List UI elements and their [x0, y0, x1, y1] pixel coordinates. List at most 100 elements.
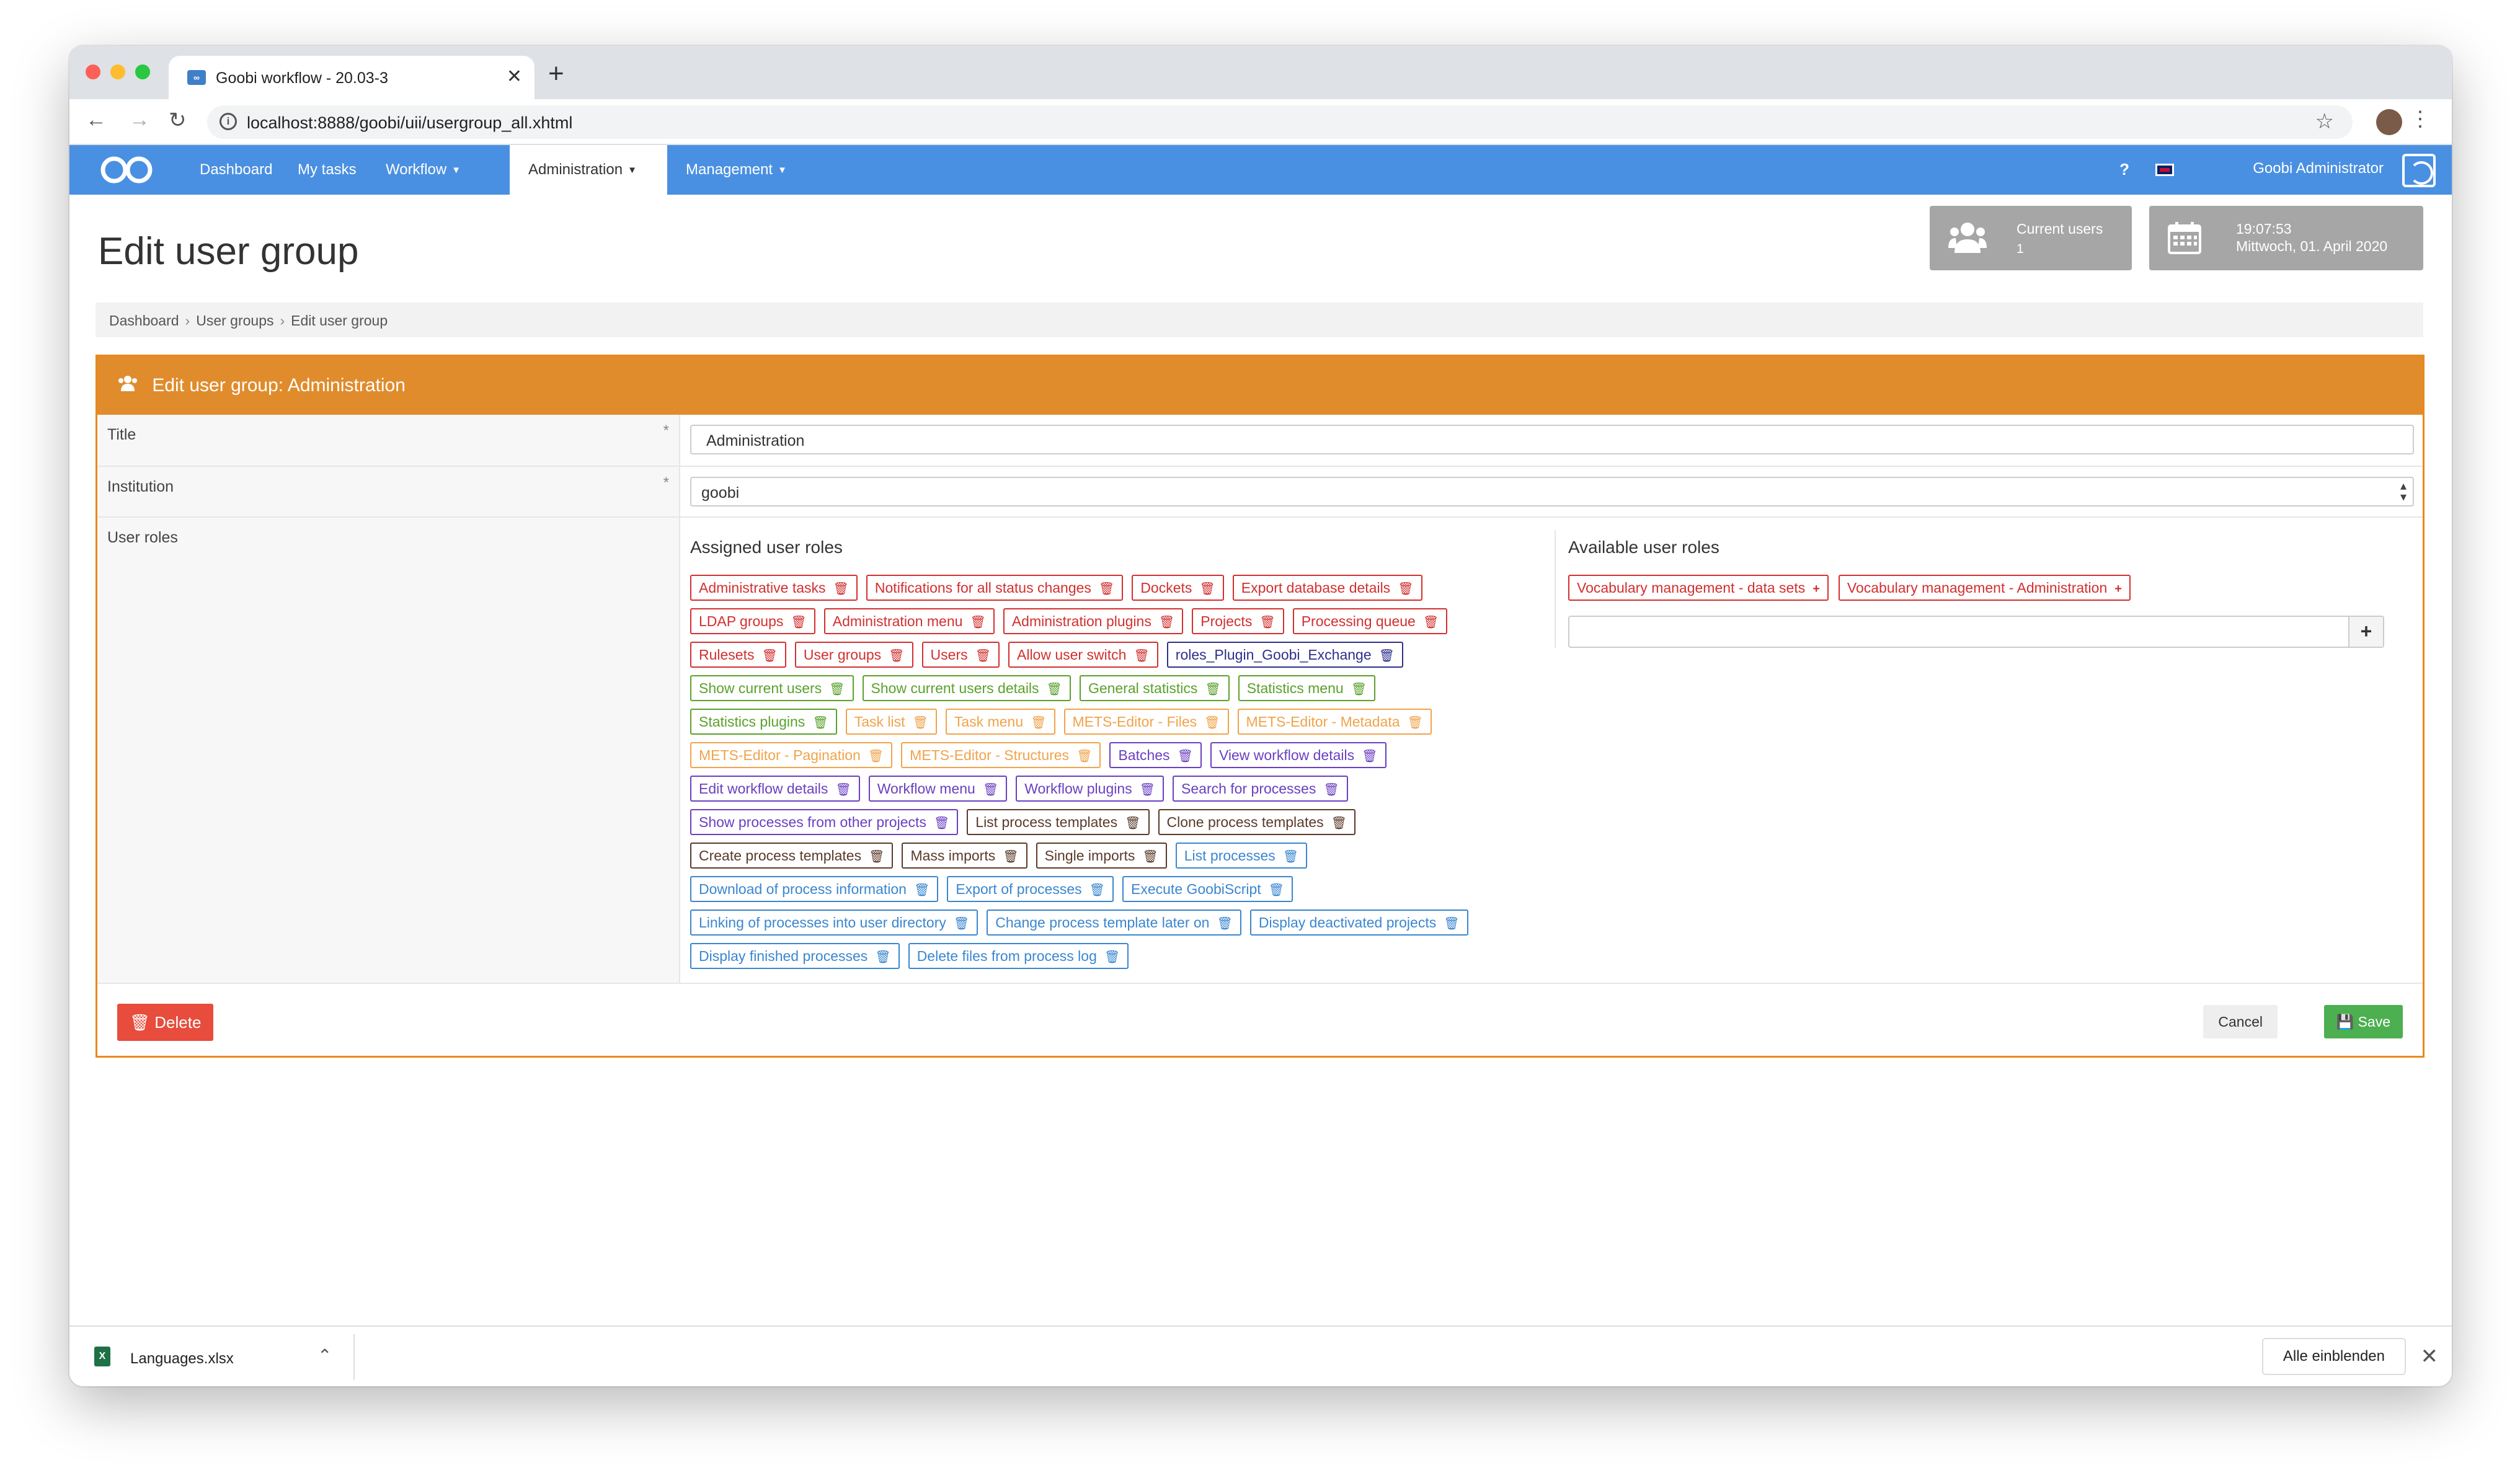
- trash-icon[interactable]: 🗑: [983, 783, 998, 797]
- trash-icon[interactable]: 🗑: [1408, 716, 1423, 730]
- assigned-role-tag[interactable]: Display deactivated projects 🗑: [1249, 909, 1468, 936]
- available-role-tag[interactable]: Vocabulary management - data sets +: [1568, 575, 1829, 601]
- save-button[interactable]: 💾 Save: [2323, 1005, 2403, 1038]
- assigned-role-tag[interactable]: Export of processes 🗑: [947, 876, 1114, 902]
- trash-icon[interactable]: 🗑: [954, 917, 969, 931]
- close-download-bar-icon[interactable]: ✕: [2421, 1344, 2439, 1369]
- assigned-role-tag[interactable]: Workflow menu 🗑: [868, 776, 1008, 802]
- assigned-role-tag[interactable]: List process templates 🗑: [967, 809, 1150, 835]
- trash-icon[interactable]: 🗑: [875, 950, 890, 964]
- info-icon[interactable]: i: [220, 113, 237, 130]
- assigned-role-tag[interactable]: roles_Plugin_Goobi_Exchange 🗑: [1166, 642, 1404, 668]
- nav-dashboard[interactable]: Dashboard: [181, 145, 291, 195]
- new-tab-icon[interactable]: +: [548, 58, 564, 89]
- assigned-role-tag[interactable]: User groups 🗑: [794, 642, 913, 668]
- trash-icon[interactable]: 🗑: [1444, 917, 1459, 931]
- trash-icon[interactable]: 🗑: [1142, 850, 1158, 864]
- trash-icon[interactable]: 🗑: [791, 616, 806, 629]
- zoom-window-button[interactable]: [135, 64, 150, 79]
- delete-button[interactable]: 🗑 Delete: [117, 1004, 214, 1041]
- url-field[interactable]: i localhost:8888/goobi/uii/usergroup_all…: [207, 105, 2353, 139]
- uk-flag-icon[interactable]: [2155, 164, 2174, 176]
- title-input[interactable]: Administration: [690, 425, 2414, 454]
- trash-icon[interactable]: 🗑: [1283, 850, 1298, 864]
- close-tab-icon[interactable]: ✕: [507, 66, 522, 87]
- browser-menu-icon[interactable]: ⋮: [2410, 107, 2431, 131]
- reload-icon[interactable]: ↻: [169, 108, 187, 133]
- plus-icon[interactable]: +: [1812, 582, 1820, 596]
- trash-icon[interactable]: 🗑: [1259, 616, 1275, 629]
- available-role-tag[interactable]: Vocabulary management - Administration +: [1838, 575, 2131, 601]
- current-users-widget[interactable]: Current users 1: [1930, 206, 2132, 270]
- trash-icon[interactable]: 🗑: [1031, 716, 1046, 730]
- assigned-role-tag[interactable]: General statistics 🗑: [1079, 675, 1230, 701]
- trash-icon[interactable]: 🗑: [1159, 616, 1174, 629]
- trash-icon[interactable]: 🗑: [1199, 582, 1215, 596]
- trash-icon[interactable]: 🗑: [1204, 716, 1220, 730]
- assigned-role-tag[interactable]: Show current users 🗑: [690, 675, 854, 701]
- assigned-role-tag[interactable]: Execute GoobiScript 🗑: [1122, 876, 1293, 902]
- chevron-up-icon[interactable]: ⌃: [317, 1345, 332, 1366]
- trash-icon[interactable]: 🗑: [1140, 783, 1155, 797]
- show-all-downloads-button[interactable]: Alle einblenden: [2261, 1338, 2406, 1375]
- add-role-button[interactable]: +: [2348, 617, 2383, 647]
- minimize-window-button[interactable]: [110, 64, 125, 79]
- assigned-role-tag[interactable]: Allow user switch 🗑: [1008, 642, 1158, 668]
- new-role-input[interactable]: +: [1568, 616, 2384, 648]
- trash-icon[interactable]: 🗑: [1269, 883, 1284, 897]
- trash-icon[interactable]: 🗑: [1398, 582, 1413, 596]
- trash-icon[interactable]: 🗑: [1089, 883, 1105, 897]
- download-filename[interactable]: Languages.xlsx: [130, 1350, 234, 1368]
- cancel-button[interactable]: Cancel: [2203, 1005, 2278, 1038]
- assigned-role-tag[interactable]: Administration plugins 🗑: [1003, 608, 1184, 634]
- trash-icon[interactable]: 🗑: [868, 750, 884, 763]
- trash-icon[interactable]: 🗑: [1099, 582, 1114, 596]
- trash-icon[interactable]: 🗑: [1047, 683, 1062, 696]
- trash-icon[interactable]: 🗑: [833, 582, 849, 596]
- assigned-role-tag[interactable]: Mass imports 🗑: [902, 843, 1027, 869]
- assigned-role-tag[interactable]: Processing queue 🗑: [1292, 608, 1448, 634]
- trash-icon[interactable]: 🗑: [1351, 683, 1367, 696]
- assigned-role-tag[interactable]: Show processes from other projects 🗑: [690, 809, 959, 835]
- trash-icon[interactable]: 🗑: [914, 883, 929, 897]
- trash-icon[interactable]: 🗑: [812, 716, 828, 730]
- back-icon[interactable]: ←: [86, 108, 107, 132]
- trash-icon[interactable]: 🗑: [1178, 750, 1193, 763]
- breadcrumb-user-groups[interactable]: User groups: [196, 312, 273, 329]
- assigned-role-tag[interactable]: Notifications for all status changes 🗑: [866, 575, 1124, 601]
- trash-icon[interactable]: 🗑: [1205, 683, 1220, 696]
- trash-icon[interactable]: 🗑: [975, 649, 991, 663]
- trash-icon[interactable]: 🗑: [1217, 917, 1232, 931]
- assigned-role-tag[interactable]: Edit workflow details 🗑: [690, 776, 860, 802]
- trash-icon[interactable]: 🗑: [835, 783, 851, 797]
- assigned-role-tag[interactable]: Administrative tasks 🗑: [690, 575, 858, 601]
- assigned-role-tag[interactable]: Create process templates 🗑: [690, 843, 894, 869]
- assigned-role-tag[interactable]: Search for processes 🗑: [1173, 776, 1348, 802]
- trash-icon[interactable]: 🗑: [889, 649, 904, 663]
- assigned-role-tag[interactable]: METS-Editor - Metadata 🗑: [1237, 709, 1432, 735]
- trash-icon[interactable]: 🗑: [761, 649, 777, 663]
- nav-administration[interactable]: Administration ▼: [510, 145, 667, 195]
- assigned-role-tag[interactable]: Task menu 🗑: [945, 709, 1055, 735]
- assigned-role-tag[interactable]: Change process template later on 🗑: [987, 909, 1241, 936]
- assigned-role-tag[interactable]: Show current users details 🗑: [862, 675, 1071, 701]
- trash-icon[interactable]: 🗑: [829, 683, 845, 696]
- plus-icon[interactable]: +: [2114, 582, 2122, 596]
- url-text[interactable]: localhost:8888/goobi/uii/usergroup_all.x…: [247, 113, 572, 133]
- assigned-role-tag[interactable]: Workflow plugins 🗑: [1016, 776, 1165, 802]
- user-menu[interactable]: Goobi Administrator: [2253, 160, 2384, 177]
- trash-icon[interactable]: 🗑: [1104, 950, 1120, 964]
- assigned-role-tag[interactable]: Display finished processes 🗑: [690, 943, 900, 969]
- browser-tab[interactable]: ∞ Goobi workflow - 20.03-3 ✕: [169, 56, 535, 99]
- assigned-role-tag[interactable]: Task list 🗑: [845, 709, 937, 735]
- assigned-role-tag[interactable]: View workflow details 🗑: [1210, 742, 1386, 768]
- trash-icon[interactable]: 🗑: [1331, 816, 1347, 830]
- assigned-role-tag[interactable]: Linking of processes into user directory…: [690, 909, 978, 936]
- nav-workflow[interactable]: Workflow ▼: [367, 145, 479, 195]
- trash-icon[interactable]: 🗑: [1323, 783, 1339, 797]
- assigned-role-tag[interactable]: List processes 🗑: [1175, 843, 1308, 869]
- trash-icon[interactable]: 🗑: [1125, 816, 1140, 830]
- trash-icon[interactable]: 🗑: [1423, 616, 1439, 629]
- assigned-role-tag[interactable]: Delete files from process log 🗑: [908, 943, 1129, 969]
- assigned-role-tag[interactable]: Download of process information 🗑: [690, 876, 939, 902]
